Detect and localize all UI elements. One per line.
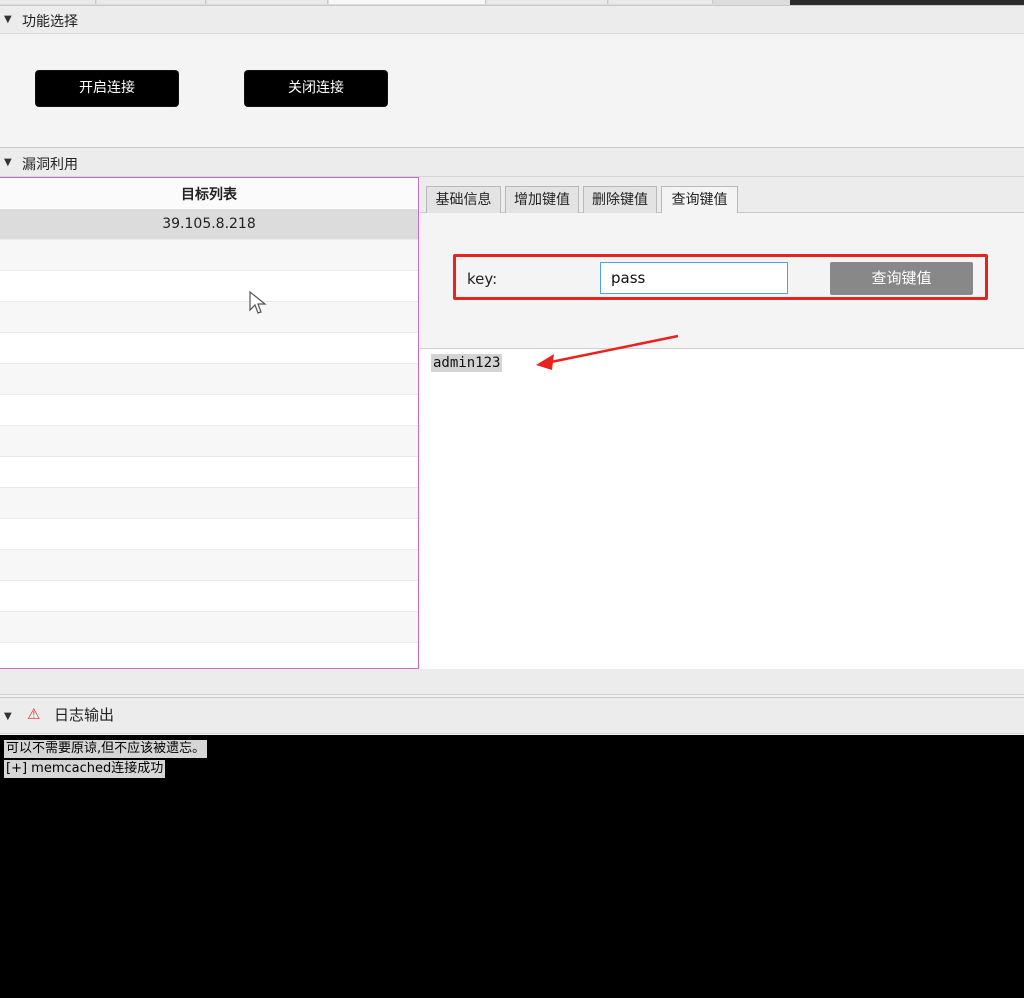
warning-icon: ⚠ xyxy=(27,705,41,723)
empty-row[interactable] xyxy=(0,550,418,581)
target-list-header: 目标列表 xyxy=(0,178,418,208)
target-list: 39.105.8.218 xyxy=(0,209,418,674)
empty-row[interactable] xyxy=(0,612,418,643)
function-select-title: 功能选择 xyxy=(22,14,78,30)
top-tab[interactable] xyxy=(97,0,206,4)
top-tab[interactable] xyxy=(0,0,96,4)
horizontal-scrollbar[interactable] xyxy=(0,669,1024,695)
function-select-header[interactable]: ▼ 功能选择 xyxy=(0,5,1024,34)
key-input[interactable] xyxy=(600,262,788,294)
log-line: [+] memcached连接成功 xyxy=(4,760,166,778)
top-tab[interactable] xyxy=(487,0,608,4)
empty-row[interactable] xyxy=(0,426,418,457)
top-tab[interactable] xyxy=(329,0,486,4)
target-list-panel: 目标列表 39.105.8.218 xyxy=(0,177,419,674)
triangle-down-icon: ▼ xyxy=(4,711,12,722)
tab-query-key[interactable]: 查询键值 xyxy=(661,186,738,214)
tab-add-key[interactable]: 增加键值 xyxy=(505,186,579,213)
query-result-text: admin123 xyxy=(431,354,503,372)
exploit-title: 漏洞利用 xyxy=(22,157,78,173)
empty-row[interactable] xyxy=(0,488,418,519)
target-row[interactable]: 39.105.8.218 xyxy=(0,209,418,240)
tab-basic-info[interactable]: 基础信息 xyxy=(426,186,501,213)
top-tab[interactable] xyxy=(207,0,328,4)
empty-row[interactable] xyxy=(0,333,418,364)
empty-row[interactable] xyxy=(0,581,418,612)
empty-row[interactable] xyxy=(0,457,418,488)
mouse-cursor-icon xyxy=(249,290,267,314)
close-connection-button[interactable]: 关闭连接 xyxy=(245,71,387,106)
empty-row[interactable] xyxy=(0,302,418,333)
empty-row[interactable] xyxy=(0,240,418,271)
empty-row[interactable] xyxy=(0,395,418,426)
log-header[interactable]: ▼ xyxy=(0,697,1024,734)
annotation-arrow-icon xyxy=(536,334,679,370)
query-result-area[interactable] xyxy=(420,349,1024,669)
log-line: 可以不需要原谅,但不应该被遗忘。 xyxy=(4,740,208,758)
operation-tab-bar: 基础信息 增加键值 删除键值 查询键值 xyxy=(420,177,1024,214)
query-key-button[interactable]: 查询键值 xyxy=(830,262,973,295)
triangle-down-icon: ▼ xyxy=(4,157,12,168)
tab-delete-key[interactable]: 删除键值 xyxy=(583,186,657,213)
top-tab[interactable] xyxy=(609,0,713,4)
empty-row[interactable] xyxy=(0,519,418,550)
triangle-down-icon: ▼ xyxy=(4,14,12,25)
log-title: 日志输出 xyxy=(54,706,115,724)
empty-row[interactable] xyxy=(0,364,418,395)
open-connection-button[interactable]: 开启连接 xyxy=(36,71,178,106)
empty-row[interactable] xyxy=(0,271,418,302)
exploit-header[interactable]: ▼ 漏洞利用 xyxy=(0,147,1024,177)
key-label: key: xyxy=(467,270,498,288)
